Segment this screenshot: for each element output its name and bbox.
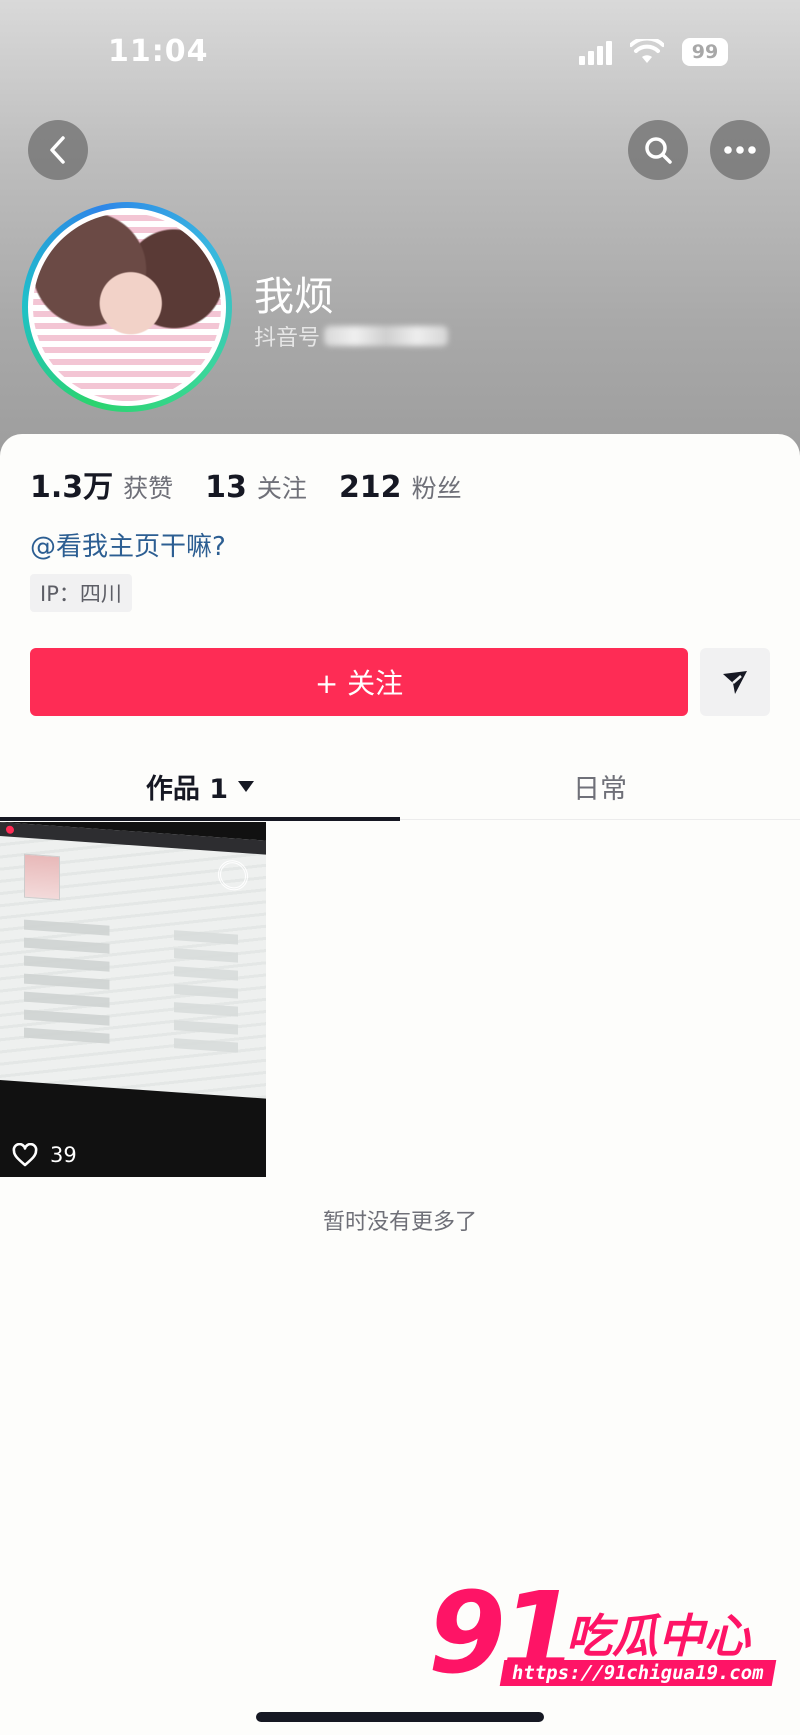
avatar[interactable] [22, 202, 232, 412]
video-likes-count: 39 [50, 1143, 77, 1167]
stat-likes-value: 1.3万 [30, 470, 114, 505]
status-time: 11:04 [108, 34, 209, 69]
stat-following-label: 关注 [256, 474, 307, 503]
cellular-signal-icon [579, 39, 612, 65]
video-thumbnail[interactable]: 39 [0, 822, 266, 1177]
tab-daily-label: 日常 [573, 773, 627, 805]
send-icon [723, 671, 747, 694]
send-message-button[interactable] [700, 648, 770, 716]
caret-down-icon [238, 780, 255, 792]
stat-following[interactable]: 13 关注 [205, 469, 307, 505]
watermark-name: 吃瓜中心 [566, 1609, 750, 1663]
tab-daily[interactable]: 日常 [400, 752, 800, 820]
avatar-photo [33, 213, 221, 401]
stat-followers-value: 212 [338, 470, 402, 505]
follow-button[interactable]: + 关注 [30, 648, 688, 716]
douyin-id-label: 抖音号 [254, 326, 321, 351]
profile-stats: 1.3万 获赞 13 关注 212 粉丝 [30, 462, 494, 506]
tab-works-label: 作品 1 [145, 773, 229, 805]
search-button[interactable] [628, 120, 688, 180]
profile-screen: 11:04 99 我烦 抖音号 1.3万 获赞 13 关注 212 粉丝 @看我… [0, 0, 800, 1735]
content-tabs: 作品 1 日常 [0, 752, 800, 821]
douyin-id: 抖音号 [254, 320, 449, 352]
profile-name: 我烦 [254, 274, 334, 320]
site-watermark: 91 吃瓜中心 https://91chigua19.com [428, 1578, 776, 1698]
home-indicator[interactable] [256, 1712, 544, 1722]
chevron-left-icon [50, 136, 65, 164]
watermark-url: https://91chigua19.com [499, 1660, 776, 1686]
stat-following-value: 13 [205, 470, 247, 505]
battery-indicator: 99 [682, 38, 728, 66]
back-button[interactable] [28, 120, 88, 180]
search-icon [645, 137, 672, 164]
status-icons: 99 [579, 38, 728, 66]
bio-mention-link[interactable]: @看我主页干嘛? [30, 526, 226, 563]
wifi-icon [630, 39, 664, 63]
stat-followers[interactable]: 212 粉丝 [339, 469, 462, 505]
more-horizontal-icon [724, 146, 756, 154]
video-thumbnail-image [0, 822, 266, 1099]
more-button[interactable] [710, 120, 770, 180]
heart-icon [12, 1143, 38, 1167]
video-likes: 39 [12, 1143, 77, 1167]
tab-works[interactable]: 作品 1 [0, 752, 400, 821]
stat-likes: 1.3万 获赞 [30, 462, 173, 506]
target-icon [218, 859, 248, 892]
feed-end-text: 暂时没有更多了 [322, 1210, 477, 1235]
douyin-id-redacted [324, 326, 449, 346]
stat-likes-label: 获赞 [123, 474, 174, 503]
tab-active-indicator [0, 817, 400, 821]
ip-location-tag: IP：四川 [30, 574, 132, 612]
stat-followers-label: 粉丝 [411, 474, 462, 503]
